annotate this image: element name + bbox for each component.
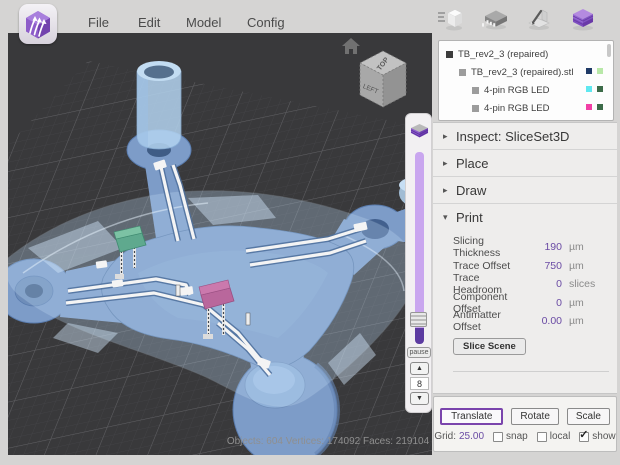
menu-config[interactable]: Config — [247, 15, 285, 30]
chevron-right-icon: ▸ — [443, 131, 456, 142]
chevron-down-icon: ▾ — [443, 212, 456, 223]
section-draw[interactable]: ▸ Draw — [433, 177, 617, 204]
tree-item[interactable]: TB_rev2_3 (repaired).stl — [439, 63, 613, 81]
scale-button[interactable]: Scale — [567, 408, 610, 425]
component-chip-icon[interactable] — [482, 5, 510, 33]
menu-edit[interactable]: Edit — [138, 15, 160, 30]
slice-layers-icon[interactable] — [569, 5, 597, 33]
color-swatch[interactable] — [597, 104, 603, 110]
local-checkbox[interactable] — [537, 432, 547, 442]
app-logo-icon[interactable] — [19, 4, 57, 44]
chevron-right-icon: ▸ — [443, 158, 456, 169]
color-swatch[interactable] — [586, 68, 592, 74]
menu-file[interactable]: File — [88, 15, 109, 30]
view-cube[interactable]: TOP LEFT — [360, 51, 406, 107]
color-swatch[interactable] — [597, 86, 603, 92]
viewport-3d[interactable]: TOP LEFT Objects: 604 Vertices: 174092 F… — [8, 33, 432, 455]
chevron-right-icon: ▸ — [443, 185, 456, 196]
snap-checkbox[interactable] — [493, 432, 503, 442]
layers-icon — [409, 121, 430, 146]
home-view-icon[interactable] — [342, 38, 360, 54]
tree-item-label: TB_rev2_3 (repaired) — [458, 49, 548, 60]
tree-item[interactable]: TB_rev2_3 (repaired) — [439, 45, 613, 63]
layer-slider-range — [415, 328, 424, 344]
tree-item[interactable]: 4-pin RGB LED — [439, 81, 613, 99]
viewport-status: Objects: 604 Vertices: 174092 Faces: 219… — [227, 436, 430, 447]
block-icon — [472, 105, 479, 112]
section-print[interactable]: ▾ Print — [433, 204, 617, 230]
slice-scene-button[interactable]: Slice Scene — [453, 338, 526, 355]
setting-row: Antimatter Offset 0.00 µm — [453, 312, 609, 331]
setting-row: Slicing Thickness 190 µm — [453, 238, 609, 257]
tree-item-label: 4-pin RGB LED — [484, 103, 549, 114]
layer-slider-panel: pause ▲ 8 ▼ — [405, 113, 432, 413]
slicing-thickness-value[interactable]: 190 — [526, 241, 562, 253]
local-label: local — [550, 431, 571, 442]
app-window: File Edit Model Config — [0, 0, 620, 465]
color-swatch[interactable] — [586, 104, 592, 110]
section-place[interactable]: ▸ Place — [433, 150, 617, 177]
tree-scrollbar[interactable] — [607, 44, 611, 57]
trace-offset-value[interactable]: 750 — [526, 260, 562, 272]
block-icon — [472, 87, 479, 94]
rotate-button[interactable]: Rotate — [511, 408, 558, 425]
layer-value-field[interactable]: 8 — [410, 377, 429, 390]
tree-item-label: 4-pin RGB LED — [484, 85, 549, 96]
layer-down-button[interactable]: ▼ — [410, 392, 429, 405]
show-checkbox[interactable]: ✓ — [579, 432, 589, 442]
layer-up-button[interactable]: ▲ — [410, 362, 429, 375]
block-icon — [459, 69, 466, 76]
tree-item-label: TB_rev2_3 (repaired).stl — [471, 67, 573, 78]
layer-slider-handle[interactable] — [410, 312, 427, 327]
transform-toolbox: Translate Rotate Scale Grid: 25.00 snap … — [433, 396, 617, 452]
grid-label: Grid: — [434, 431, 456, 442]
scene-tree-panel: TB_rev2_3 (repaired) TB_rev2_3 (repaired… — [438, 40, 614, 121]
trace-headroom-value[interactable]: 0 — [526, 278, 562, 290]
translate-button[interactable]: Translate — [440, 408, 503, 425]
color-swatch[interactable] — [597, 68, 603, 74]
color-swatch[interactable] — [586, 86, 592, 92]
scene-tree-icon[interactable] — [436, 5, 464, 33]
component-offset-value[interactable]: 0 — [526, 297, 562, 309]
section-inspect[interactable]: ▸ Inspect: SliceSet3D — [433, 123, 617, 150]
antimatter-offset-value[interactable]: 0.00 — [526, 315, 562, 327]
menu-model[interactable]: Model — [186, 15, 221, 30]
snap-label: snap — [506, 431, 528, 442]
divider — [453, 371, 609, 372]
layer-slider-track[interactable] — [415, 152, 424, 328]
grid-size-value[interactable]: 25.00 — [459, 431, 484, 442]
draw-tool-icon[interactable] — [525, 5, 553, 33]
tree-item[interactable]: 4-pin RGB LED — [439, 99, 613, 117]
block-icon — [446, 51, 453, 58]
show-label: show — [592, 431, 615, 442]
pause-button[interactable]: pause — [407, 347, 431, 358]
inspector-sections: ▸ Inspect: SliceSet3D ▸ Place ▸ Draw ▾ P… — [433, 122, 617, 394]
print-settings: Slicing Thickness 190 µm Trace Offset 75… — [433, 230, 617, 372]
menu-bar: File Edit Model Config — [0, 0, 620, 33]
